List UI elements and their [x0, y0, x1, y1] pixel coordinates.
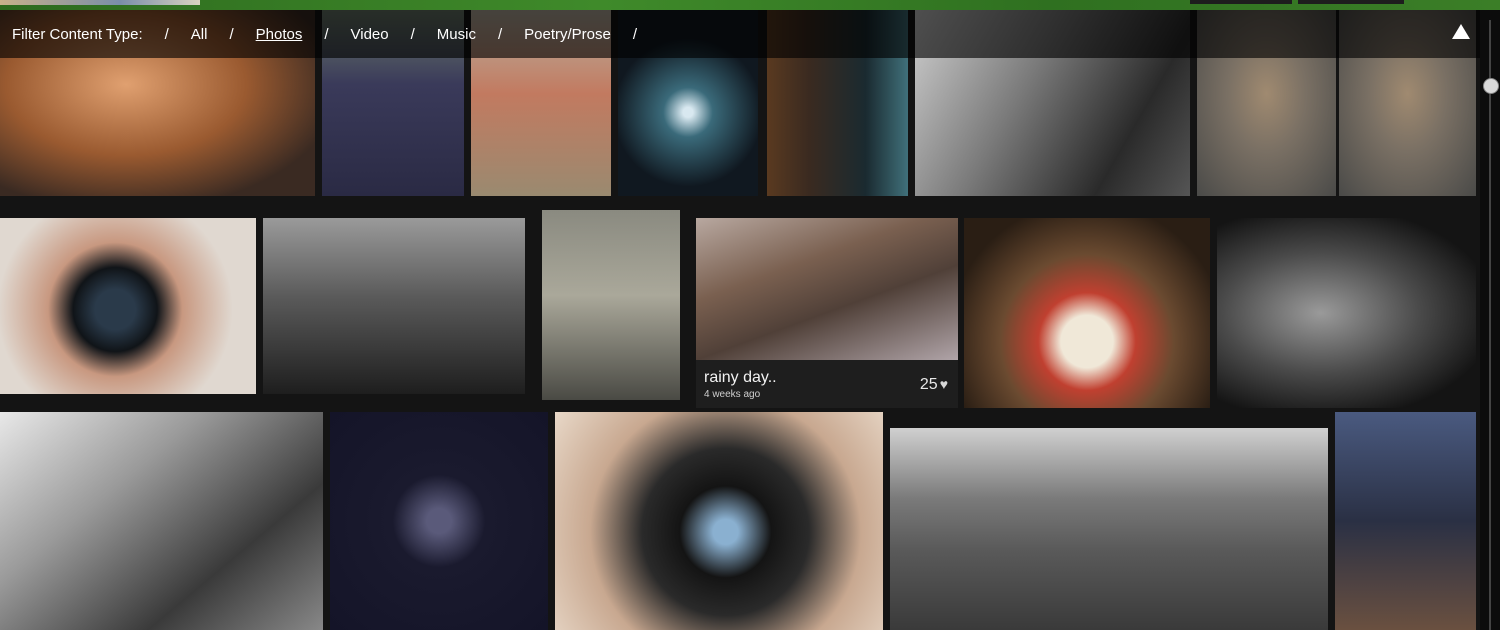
photo-tile-featured[interactable]: rainy day.. 4 weeks ago 25 ♥ [696, 218, 958, 408]
photo-tile[interactable] [1335, 412, 1476, 630]
header-tab-1[interactable] [1190, 0, 1292, 4]
photo-tile[interactable] [0, 412, 323, 630]
filter-separator: / [632, 25, 638, 43]
heart-icon[interactable]: ♥ [940, 376, 948, 392]
photo-tile[interactable] [555, 412, 883, 630]
like-count-value: 25 [919, 376, 938, 393]
header-thumbnail[interactable] [0, 0, 200, 5]
scrollbar[interactable] [1480, 10, 1500, 630]
filter-separator: / [229, 25, 234, 43]
photo-tile[interactable] [542, 210, 680, 400]
filter-option-poetry-prose[interactable]: Poetry/Prose [524, 26, 611, 43]
photo-caption-bar: rainy day.. 4 weeks ago 25 ♥ [696, 360, 958, 408]
photo-timestamp: 4 weeks ago [704, 389, 761, 400]
like-count[interactable]: 25 ♥ [920, 376, 948, 394]
filter-separator: / [410, 25, 415, 43]
photo-grid: rainy day.. 4 weeks ago 25 ♥ [0, 10, 1480, 630]
header-tab-2[interactable] [1298, 0, 1404, 4]
photo-tile[interactable] [330, 412, 548, 630]
photo-tile[interactable] [964, 218, 1210, 408]
photo-tile[interactable] [0, 218, 256, 394]
filter-separator: / [164, 25, 169, 43]
filter-separator: / [324, 25, 329, 43]
filter-option-video[interactable]: Video [351, 26, 389, 43]
photo-title: rainy day.. [704, 369, 777, 386]
photo-tile[interactable] [890, 428, 1328, 630]
photo-tile[interactable] [263, 218, 525, 394]
filter-option-photos[interactable]: Photos [256, 26, 303, 43]
photo-tile[interactable] [1217, 218, 1476, 408]
collapse-arrow-icon[interactable] [1452, 24, 1470, 39]
filter-separator: / [497, 25, 503, 43]
filter-option-all[interactable]: All [191, 26, 208, 43]
filter-label: Filter Content Type: [12, 25, 143, 43]
filter-content-type-bar: Filter Content Type: / All / Photos / Vi… [0, 10, 1480, 58]
scrollbar-thumb[interactable] [1483, 78, 1499, 94]
filter-option-music[interactable]: Music [437, 26, 476, 43]
scrollbar-track[interactable] [1489, 20, 1491, 630]
top-header-strip [0, 0, 1500, 10]
